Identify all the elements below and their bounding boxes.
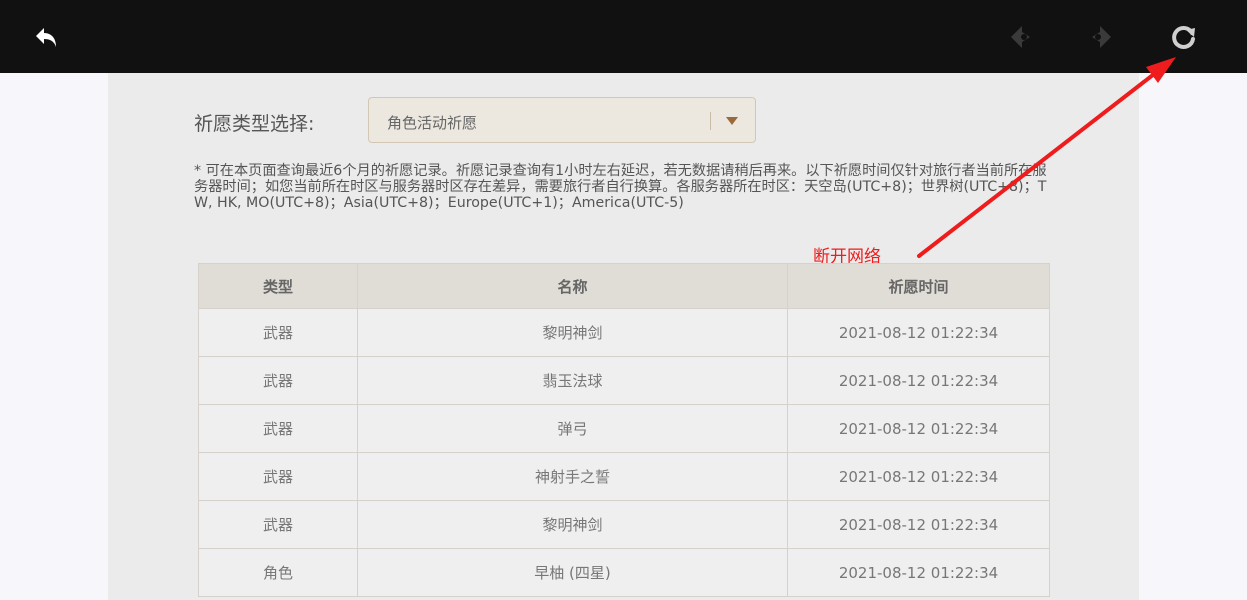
table-row: 武器 弹弓 2021-08-12 01:22:34 xyxy=(198,404,1050,453)
wish-record-notice: * 可在本页面查询最近6个月的祈愿记录。祈愿记录查询有1小时左右延迟，若无数据请… xyxy=(194,163,1047,211)
back-button[interactable] xyxy=(27,18,65,56)
cell-type: 武器 xyxy=(198,500,358,549)
wish-type-selected-value: 角色活动祈愿 xyxy=(387,114,478,132)
refresh-button[interactable] xyxy=(1165,18,1203,56)
cell-time: 2021-08-12 01:22:34 xyxy=(787,548,1050,597)
column-header-time: 祈愿时间 xyxy=(787,263,1050,309)
cell-name: 黎明神剑 xyxy=(357,308,788,357)
column-header-name: 名称 xyxy=(357,263,788,309)
wish-type-select[interactable]: 角色活动祈愿 xyxy=(368,97,756,143)
cell-type: 武器 xyxy=(198,404,358,453)
table-row: 武器 黎明神剑 2021-08-12 01:22:34 xyxy=(198,500,1050,549)
cell-time: 2021-08-12 01:22:34 xyxy=(787,404,1050,453)
table-header-row: 类型 名称 祈愿时间 xyxy=(198,263,1050,309)
cell-name: 翡玉法球 xyxy=(357,356,788,405)
cell-name: 神射手之誓 xyxy=(357,452,788,501)
cell-time: 2021-08-12 01:22:34 xyxy=(787,500,1050,549)
wish-history-panel: 祈愿类型选择: 角色活动祈愿 * 可在本页面查询最近6个月的祈愿记录。祈愿记录查… xyxy=(108,73,1139,600)
cell-type: 武器 xyxy=(198,308,358,357)
table-row: 武器 神射手之誓 2021-08-12 01:22:34 xyxy=(198,452,1050,501)
cell-name-four-star: 早柚 (四星) xyxy=(357,548,788,597)
prev-page-button[interactable] xyxy=(1002,18,1040,56)
cell-type: 角色 xyxy=(198,548,358,597)
cell-type: 武器 xyxy=(198,452,358,501)
select-divider xyxy=(710,112,711,130)
top-toolbar xyxy=(0,0,1247,73)
cell-name: 弹弓 xyxy=(357,404,788,453)
cell-name: 黎明神剑 xyxy=(357,500,788,549)
table-row: 武器 翡玉法球 2021-08-12 01:22:34 xyxy=(198,356,1050,405)
cell-time: 2021-08-12 01:22:34 xyxy=(787,356,1050,405)
cell-time: 2021-08-12 01:22:34 xyxy=(787,308,1050,357)
refresh-icon xyxy=(1172,25,1195,49)
wish-records-table: 类型 名称 祈愿时间 武器 黎明神剑 2021-08-12 01:22:34 武… xyxy=(198,263,1050,597)
table-row: 角色 早柚 (四星) 2021-08-12 01:22:34 xyxy=(198,548,1050,597)
cell-type: 武器 xyxy=(198,356,358,405)
back-icon xyxy=(36,28,56,47)
next-page-button[interactable] xyxy=(1082,18,1120,56)
wish-type-label: 祈愿类型选择: xyxy=(194,113,315,135)
table-row: 武器 黎明神剑 2021-08-12 01:22:34 xyxy=(198,308,1050,357)
cell-time: 2021-08-12 01:22:34 xyxy=(787,452,1050,501)
column-header-type: 类型 xyxy=(198,263,358,309)
next-page-icon xyxy=(1092,26,1111,48)
chevron-down-icon xyxy=(726,117,738,125)
prev-page-icon xyxy=(1011,26,1030,48)
